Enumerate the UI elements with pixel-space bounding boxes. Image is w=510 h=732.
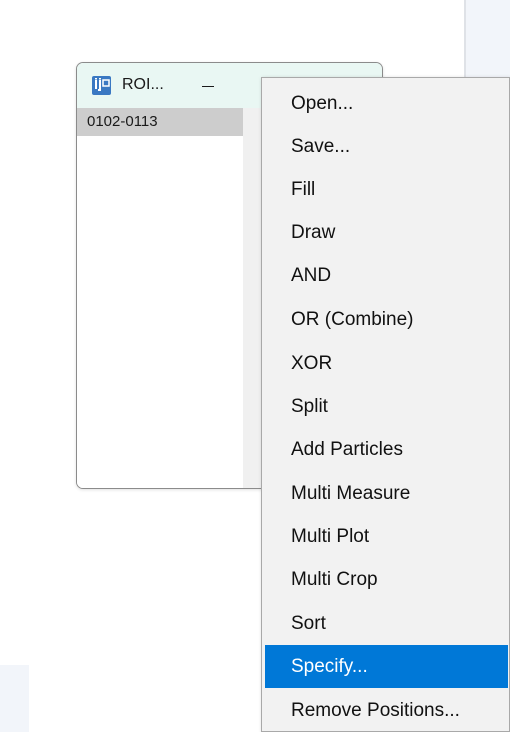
menu-item-multi-plot[interactable]: Multi Plot <box>265 515 508 558</box>
context-menu: Open... Save... Fill Draw AND OR (Combin… <box>261 77 510 732</box>
menu-item-draw[interactable]: Draw <box>265 211 508 254</box>
menu-item-remove-positions[interactable]: Remove Positions... <box>265 689 508 732</box>
menu-item-add-particles[interactable]: Add Particles <box>265 428 508 471</box>
menu-item-or-combine[interactable]: OR (Combine) <box>265 298 508 341</box>
menu-item-sort[interactable]: Sort <box>265 602 508 645</box>
menu-item-split[interactable]: Split <box>265 385 508 428</box>
menu-item-open[interactable]: Open... <box>265 82 508 125</box>
menu-item-xor[interactable]: XOR <box>265 342 508 385</box>
background-panel-bottom <box>0 665 29 732</box>
menu-item-and[interactable]: AND <box>265 254 508 297</box>
roi-list-item[interactable]: 0102-0113 <box>77 108 243 136</box>
window-title: ROI... <box>122 76 164 93</box>
imagej-app-icon <box>92 76 111 95</box>
menu-item-fill[interactable]: Fill <box>265 168 508 211</box>
minimize-button[interactable] <box>195 71 221 101</box>
menu-item-multi-crop[interactable]: Multi Crop <box>265 558 508 601</box>
menu-item-specify[interactable]: Specify... <box>265 645 508 688</box>
menu-item-save[interactable]: Save... <box>265 125 508 168</box>
roi-list[interactable]: 0102-0113 <box>77 108 243 488</box>
menu-item-multi-measure[interactable]: Multi Measure <box>265 472 508 515</box>
roi-list-scrollbar[interactable] <box>243 108 261 488</box>
